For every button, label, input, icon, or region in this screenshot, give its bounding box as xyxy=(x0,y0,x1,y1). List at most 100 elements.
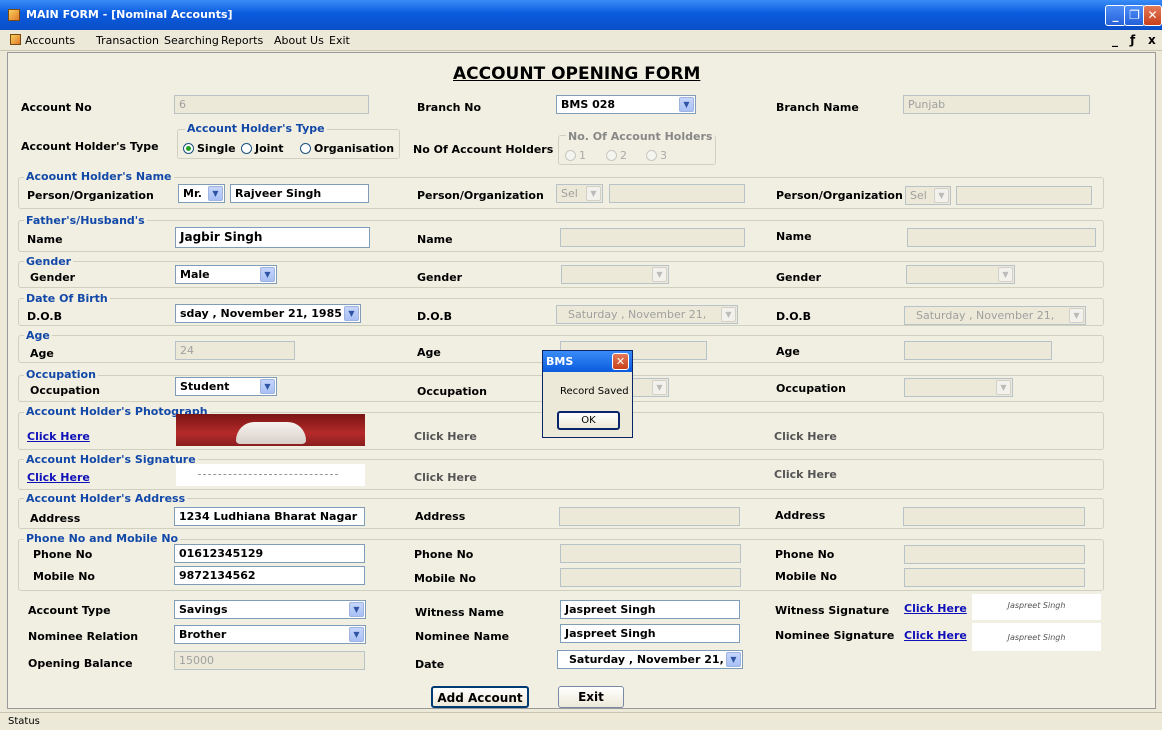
photo-upload-link-2[interactable]: Click Here xyxy=(414,430,477,443)
radio-joint[interactable]: Joint xyxy=(241,142,284,155)
phone-field-3[interactable] xyxy=(904,545,1085,564)
age-field-3[interactable] xyxy=(904,341,1052,360)
app-icon xyxy=(8,9,20,21)
branch-name-field[interactable]: Punjab xyxy=(903,95,1090,114)
minimize-button[interactable]: _ xyxy=(1105,5,1126,26)
photo-upload-link-3[interactable]: Click Here xyxy=(774,430,837,443)
account-no-field[interactable]: 6 xyxy=(174,95,369,114)
dialog-title-bar: BMS ✕ xyxy=(543,351,632,372)
radio-holders-3[interactable]: 3 xyxy=(646,149,667,162)
menu-about-us[interactable]: About Us xyxy=(274,34,324,47)
chevron-down-icon[interactable]: ▼ xyxy=(721,307,736,322)
phone-label-2: Phone No xyxy=(414,548,474,561)
chevron-down-icon[interactable]: ▼ xyxy=(349,627,364,642)
radio-holders-1-label: 1 xyxy=(579,149,586,162)
age-field-1[interactable]: 24 xyxy=(175,341,295,360)
signature-upload-link-1[interactable]: Click Here xyxy=(27,471,90,484)
branch-name-label: Branch Name xyxy=(776,101,859,114)
chevron-down-icon[interactable]: ▼ xyxy=(998,267,1013,282)
dialog-message: Record Saved xyxy=(560,386,629,397)
radio-single[interactable]: Single xyxy=(183,142,236,155)
restore-button[interactable]: ❐ xyxy=(1124,5,1145,26)
signature-upload-link-2[interactable]: Click Here xyxy=(414,471,477,484)
chevron-down-icon[interactable]: ▼ xyxy=(260,379,275,394)
title-select-1[interactable]: Mr. ▼ xyxy=(178,184,225,203)
father-name-field-3[interactable] xyxy=(907,228,1096,247)
nominee-relation-select[interactable]: Brother ▼ xyxy=(174,625,366,644)
chevron-down-icon[interactable]: ▼ xyxy=(726,652,741,667)
chevron-down-icon[interactable]: ▼ xyxy=(344,306,359,321)
address-field-1[interactable]: 1234 Ludhiana Bharat Nagar xyxy=(174,507,365,526)
menu-reports[interactable]: Reports xyxy=(221,34,263,47)
holder-type-group-title: Account Holder's Type xyxy=(185,122,327,135)
chevron-down-icon[interactable]: ▼ xyxy=(652,380,667,395)
menu-transaction[interactable]: Transaction xyxy=(96,34,159,47)
photo-upload-link-1[interactable]: Click Here xyxy=(27,430,90,443)
account-type-select[interactable]: Savings ▼ xyxy=(174,600,366,619)
nominee-signature-link[interactable]: Click Here xyxy=(904,629,967,642)
radio-organisation[interactable]: Organisation xyxy=(300,142,394,155)
menu-searching[interactable]: Searching xyxy=(164,34,219,47)
account-no-label: Account No xyxy=(21,101,92,114)
chevron-down-icon[interactable]: ▼ xyxy=(679,97,694,112)
mobile-field-1[interactable]: 9872134562 xyxy=(174,566,365,585)
mobile-field-3[interactable] xyxy=(904,568,1085,587)
close-button[interactable]: ✕ xyxy=(1143,5,1162,26)
occupation-select-1[interactable]: Student ▼ xyxy=(175,377,277,396)
chevron-down-icon[interactable]: ▼ xyxy=(586,186,601,201)
address-group-title: Account Holder's Address xyxy=(24,492,188,505)
phone-group-title: Phone No and Mobile No xyxy=(24,532,181,545)
name-field-1[interactable]: Rajveer Singh xyxy=(230,184,369,203)
witness-name-field[interactable]: Jaspreet Singh xyxy=(560,600,740,619)
address-field-2[interactable] xyxy=(559,507,740,526)
radio-holders-1[interactable]: 1 xyxy=(565,149,586,162)
chevron-down-icon[interactable]: ▼ xyxy=(934,188,949,203)
radio-icon xyxy=(646,150,657,161)
father-name-field-2[interactable] xyxy=(560,228,745,247)
opening-balance-field[interactable]: 15000 xyxy=(174,651,365,670)
name-field-2[interactable] xyxy=(609,184,745,203)
chevron-down-icon[interactable]: ▼ xyxy=(1069,308,1084,323)
dob-3-value: Saturday , November 21, xyxy=(916,309,1055,322)
mobile-field-2[interactable] xyxy=(560,568,741,587)
add-account-button[interactable]: Add Account xyxy=(431,686,529,708)
chevron-down-icon[interactable]: ▼ xyxy=(208,186,223,201)
signature-upload-link-3[interactable]: Click Here xyxy=(774,468,837,481)
mdi-restore-icon[interactable]: ƒ xyxy=(1130,33,1135,47)
address-field-3[interactable] xyxy=(903,507,1085,526)
occupation-select-3[interactable]: ▼ xyxy=(904,378,1013,397)
person-label-1: Person/Organization xyxy=(27,189,154,202)
dob-label-2: D.O.B xyxy=(417,310,452,323)
gender-select-2[interactable]: ▼ xyxy=(561,265,669,284)
dob-picker-1[interactable]: sday , November 21, 1985 ▼ xyxy=(175,304,361,323)
witness-signature-link[interactable]: Click Here xyxy=(904,602,967,615)
chevron-down-icon[interactable]: ▼ xyxy=(996,380,1011,395)
dialog-close-button[interactable]: ✕ xyxy=(612,353,629,370)
mdi-minimize-icon[interactable]: _ xyxy=(1112,33,1118,47)
exit-button[interactable]: Exit xyxy=(558,686,624,708)
dialog-ok-button[interactable]: OK xyxy=(557,411,620,430)
chevron-down-icon[interactable]: ▼ xyxy=(260,267,275,282)
dob-picker-2[interactable]: Saturday , November 21, ▼ xyxy=(556,305,738,324)
age-label-1: Age xyxy=(30,347,54,360)
dob-picker-3[interactable]: Saturday , November 21, ▼ xyxy=(904,306,1086,325)
branch-no-select[interactable]: BMS 028 ▼ xyxy=(556,95,696,114)
name-field-3[interactable] xyxy=(956,186,1092,205)
radio-holders-2[interactable]: 2 xyxy=(606,149,627,162)
title-select-2[interactable]: Sel ▼ xyxy=(556,184,603,203)
date-picker[interactable]: Saturday , November 21, ▼ xyxy=(557,650,743,669)
occupation-group-title: Occupation xyxy=(24,368,98,381)
chevron-down-icon[interactable]: ▼ xyxy=(652,267,667,282)
nominee-name-field[interactable]: Jaspreet Singh xyxy=(560,624,740,643)
gender-select-3[interactable]: ▼ xyxy=(906,265,1015,284)
gender-select-1[interactable]: Male ▼ xyxy=(175,265,277,284)
menu-accounts[interactable]: Accounts xyxy=(25,34,75,47)
title-select-3[interactable]: Sel ▼ xyxy=(905,186,951,205)
chevron-down-icon[interactable]: ▼ xyxy=(349,602,364,617)
phone-field-1[interactable]: 01612345129 xyxy=(174,544,365,563)
father-name-field-1[interactable]: Jagbir Singh xyxy=(175,227,370,248)
nominee-relation-label: Nominee Relation xyxy=(28,630,139,643)
menu-exit[interactable]: Exit xyxy=(329,34,350,47)
phone-field-2[interactable] xyxy=(560,544,741,563)
mdi-close-icon[interactable]: x xyxy=(1148,33,1156,47)
